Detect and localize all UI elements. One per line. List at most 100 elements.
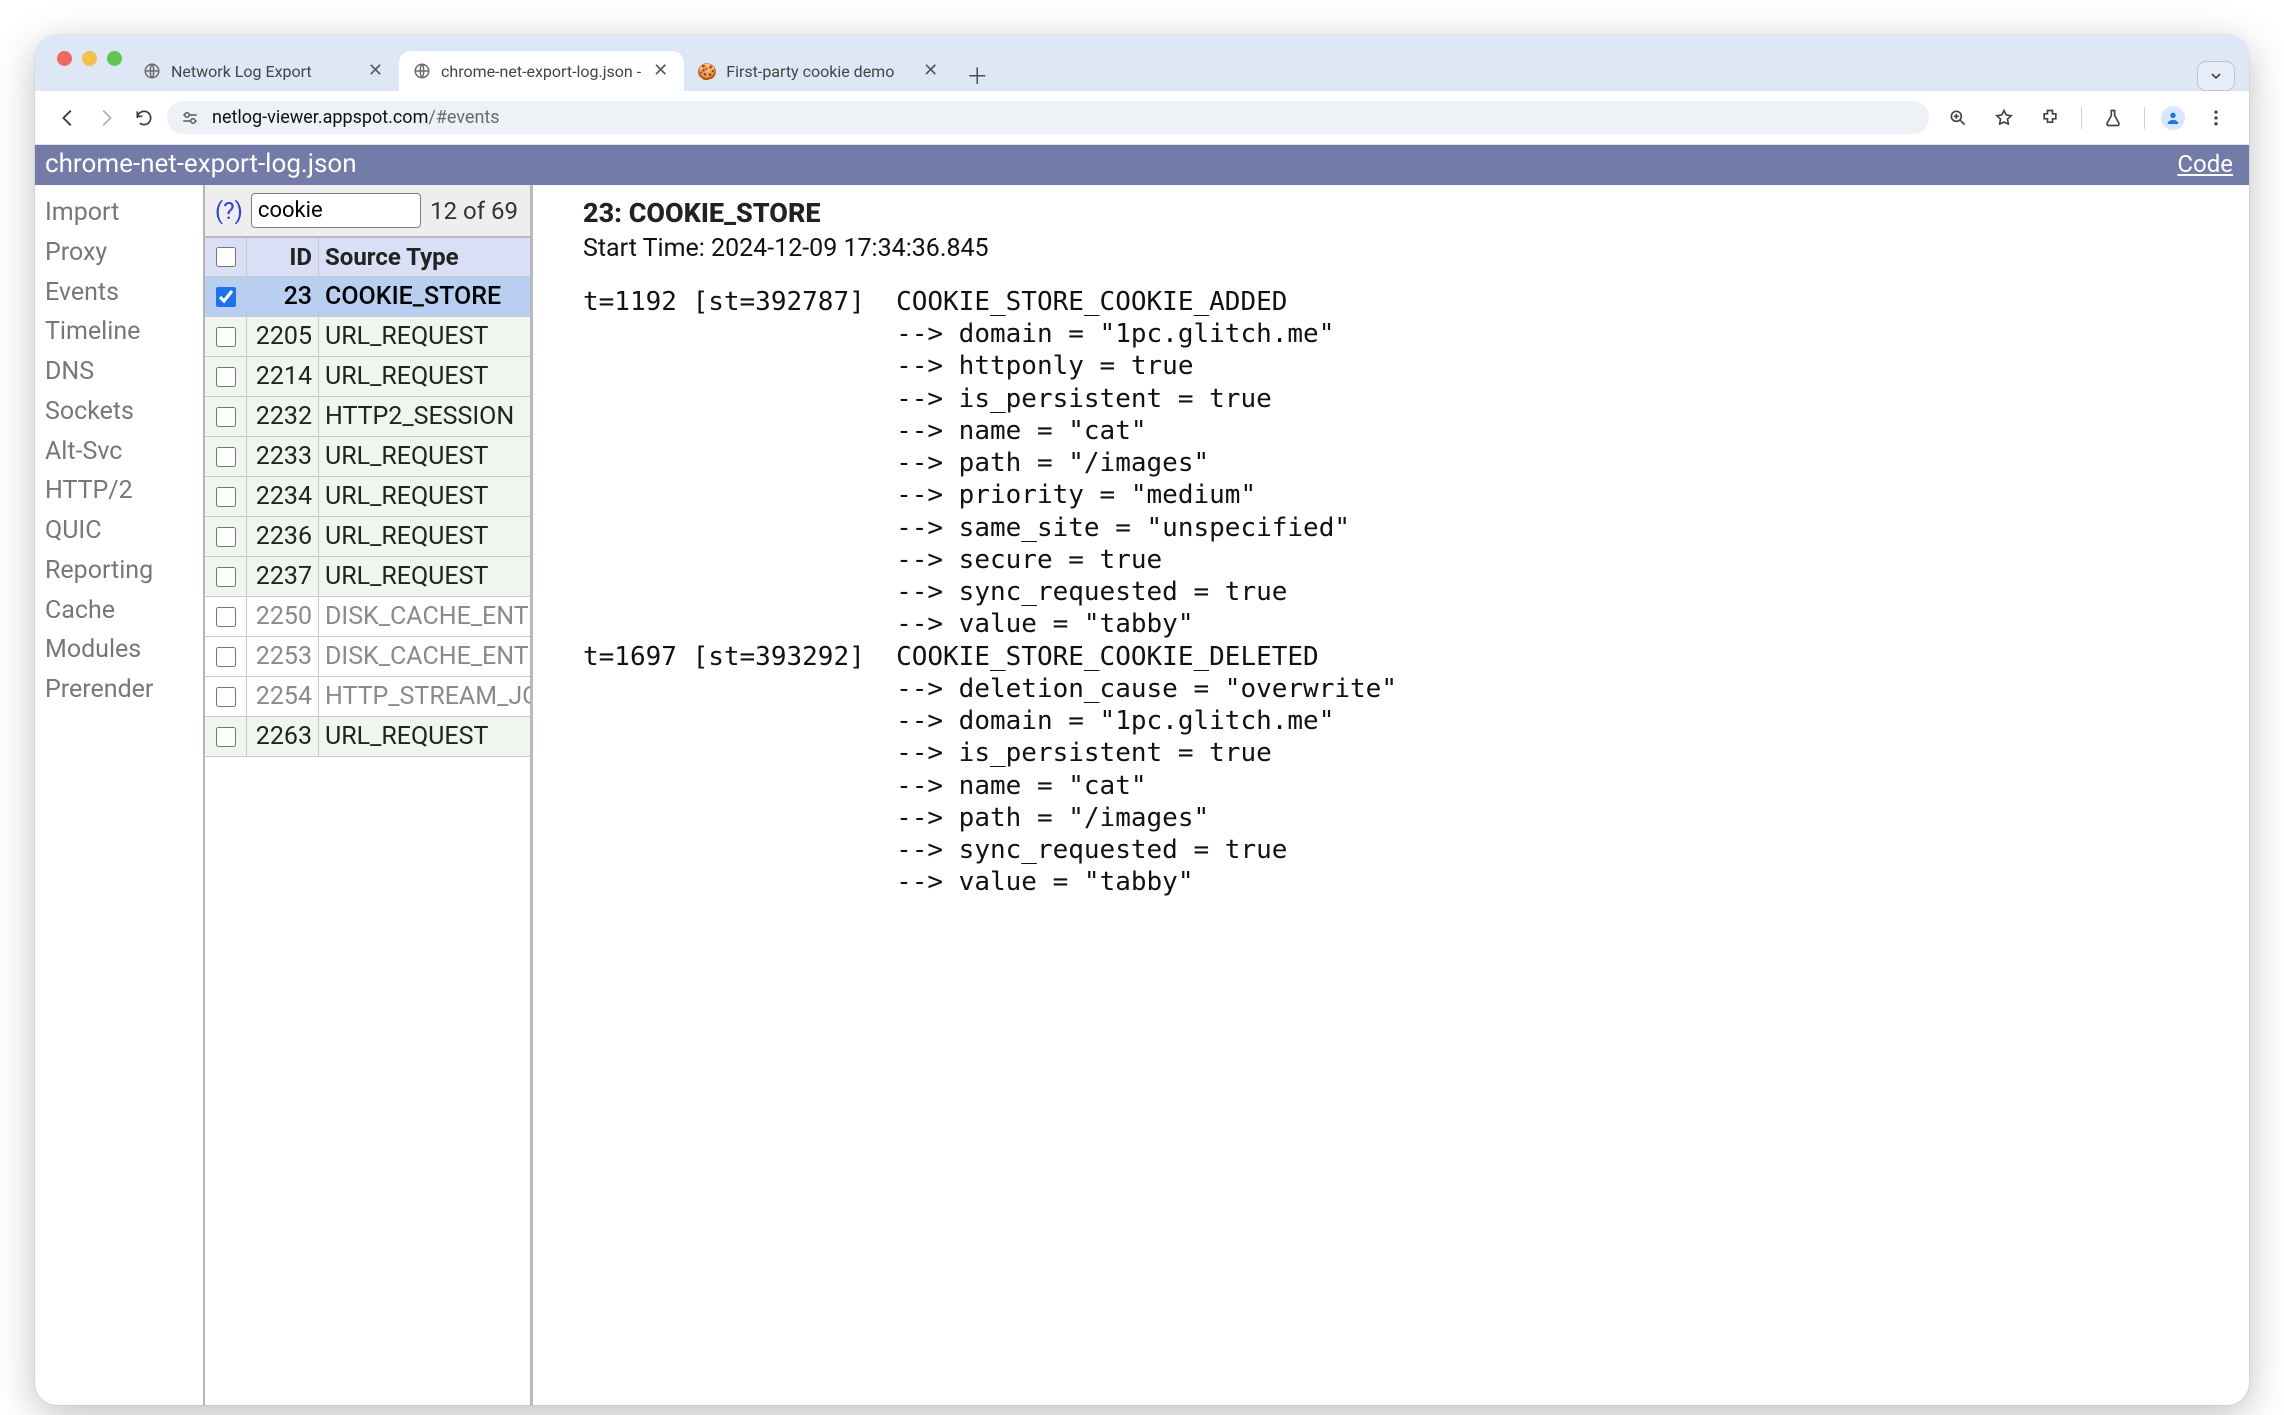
row-source-type: URL_REQUEST [319,517,530,556]
table-row[interactable]: 2254HTTP_STREAM_JO [205,677,530,717]
table-row[interactable]: 2263URL_REQUEST [205,717,530,757]
sidebar-item-sockets[interactable]: Sockets [45,392,193,432]
reload-button[interactable] [129,103,159,133]
tab-title: First-party cookie demo [726,62,911,81]
row-checkbox[interactable] [216,447,236,467]
sidebar-item-cache[interactable]: Cache [45,591,193,631]
table-row[interactable]: 2205URL_REQUEST [205,317,530,357]
sidebar-item-timeline[interactable]: Timeline [45,312,193,352]
row-checkbox[interactable] [216,407,236,427]
sidebar-item-events[interactable]: Events [45,273,193,313]
site-info-icon[interactable] [181,109,200,127]
table-row[interactable]: 2234URL_REQUEST [205,477,530,517]
sidebar-item-proxy[interactable]: Proxy [45,233,193,273]
close-tab-icon[interactable]: ✕ [651,62,670,80]
row-id: 2263 [247,717,319,756]
header-id[interactable]: ID [247,238,319,276]
filter-bar: (?) 12 of 69 [205,185,530,238]
code-link[interactable]: Code [2177,150,2233,178]
sidebar-item-quic[interactable]: QUIC [45,511,193,551]
row-source-type: DISK_CACHE_ENTR [319,597,530,636]
close-tab-icon[interactable]: ✕ [921,62,940,80]
event-details-panel: 23: COOKIE_STORE Start Time: 2024-12-09 … [533,185,2249,1405]
zoom-window-button[interactable] [107,51,122,66]
row-id: 2234 [247,477,319,516]
filter-help-link[interactable]: (?) [215,197,243,225]
toolbar: netlog-viewer.appspot.com/#events [35,91,2249,145]
labs-icon[interactable] [2098,103,2128,133]
sidebar-item-modules[interactable]: Modules [45,630,193,670]
toolbar-right [1943,103,2231,133]
filter-input[interactable] [251,193,421,228]
row-checkbox[interactable] [216,367,236,387]
sidebar-item-alt-svc[interactable]: Alt-Svc [45,432,193,472]
tab-overflow-button[interactable] [2197,61,2235,91]
tab-netlog-viewer[interactable]: chrome-net-export-log.json - ✕ [399,51,684,91]
back-button[interactable] [53,103,83,133]
new-tab-button[interactable]: ＋ [960,59,994,91]
sidebar-item-http-2[interactable]: HTTP/2 [45,471,193,511]
row-id: 2205 [247,317,319,356]
sidebar-item-prerender[interactable]: Prerender [45,670,193,710]
header-source-type[interactable]: Source Type [319,238,530,276]
browser-window: Network Log Export ✕ chrome-net-export-l… [35,35,2249,1405]
row-id: 2237 [247,557,319,596]
row-checkbox[interactable] [216,327,236,347]
table-row[interactable]: 2214URL_REQUEST [205,357,530,397]
row-checkbox[interactable] [216,687,236,707]
row-checkbox[interactable] [216,647,236,667]
table-row[interactable]: 2250DISK_CACHE_ENTR [205,597,530,637]
row-checkbox[interactable] [216,727,236,747]
cookie-icon: 🍪 [698,62,716,80]
tab-network-log-export[interactable]: Network Log Export ✕ [129,51,399,91]
event-header-id: 23: COOKIE_STORE [583,197,2249,231]
row-source-type: URL_REQUEST [319,717,530,756]
row-source-type: COOKIE_STORE [319,277,530,316]
row-checkbox[interactable] [216,487,236,507]
event-log: t=1192 [st=392787] COOKIE_STORE_COOKIE_A… [583,286,2249,898]
table-row[interactable]: 2236URL_REQUEST [205,517,530,557]
row-checkbox[interactable] [216,527,236,547]
minimize-window-button[interactable] [82,51,97,66]
table-row[interactable]: 2233URL_REQUEST [205,437,530,477]
sidebar-item-dns[interactable]: DNS [45,352,193,392]
separator [2081,107,2082,129]
row-checkbox-cell [205,597,247,636]
kebab-menu-icon[interactable] [2201,103,2231,133]
row-source-type: URL_REQUEST [319,477,530,516]
forward-button[interactable] [91,103,121,133]
table-row[interactable]: 2253DISK_CACHE_ENTR [205,637,530,677]
app-title-bar: chrome-net-export-log.json Code [35,145,2249,185]
url-text: netlog-viewer.appspot.com/#events [212,107,500,128]
table-row[interactable]: 2232HTTP2_SESSION [205,397,530,437]
row-id: 23 [247,277,319,316]
tab-strip: Network Log Export ✕ chrome-net-export-l… [35,43,2249,91]
row-checkbox[interactable] [216,607,236,627]
profile-avatar[interactable] [2161,106,2185,130]
events-table: ID Source Type 23COOKIE_STORE2205URL_REQ… [205,238,530,1405]
app-body: ImportProxyEventsTimelineDNSSocketsAlt-S… [35,185,2249,1405]
table-row[interactable]: 2237URL_REQUEST [205,557,530,597]
zoom-icon[interactable] [1943,103,1973,133]
app-title: chrome-net-export-log.json [45,149,2177,179]
row-checkbox[interactable] [216,567,236,587]
bookmark-star-icon[interactable] [1989,103,2019,133]
close-window-button[interactable] [57,51,72,66]
row-checkbox-cell [205,557,247,596]
row-checkbox-cell [205,437,247,476]
sidebar-item-import[interactable]: Import [45,193,193,233]
extensions-icon[interactable] [2035,103,2065,133]
row-checkbox-cell [205,637,247,676]
table-row[interactable]: 23COOKIE_STORE [205,277,530,317]
close-tab-icon[interactable]: ✕ [366,62,385,80]
sidebar-item-reporting[interactable]: Reporting [45,551,193,591]
row-checkbox-cell [205,397,247,436]
address-bar[interactable]: netlog-viewer.appspot.com/#events [167,101,1929,134]
filter-count: 12 of 69 [430,197,520,225]
select-all-checkbox[interactable] [216,247,236,267]
row-id: 2253 [247,637,319,676]
window-controls [57,51,122,66]
row-id: 2236 [247,517,319,556]
tab-cookie-demo[interactable]: 🍪 First-party cookie demo ✕ [684,51,954,91]
row-checkbox[interactable] [216,287,236,307]
